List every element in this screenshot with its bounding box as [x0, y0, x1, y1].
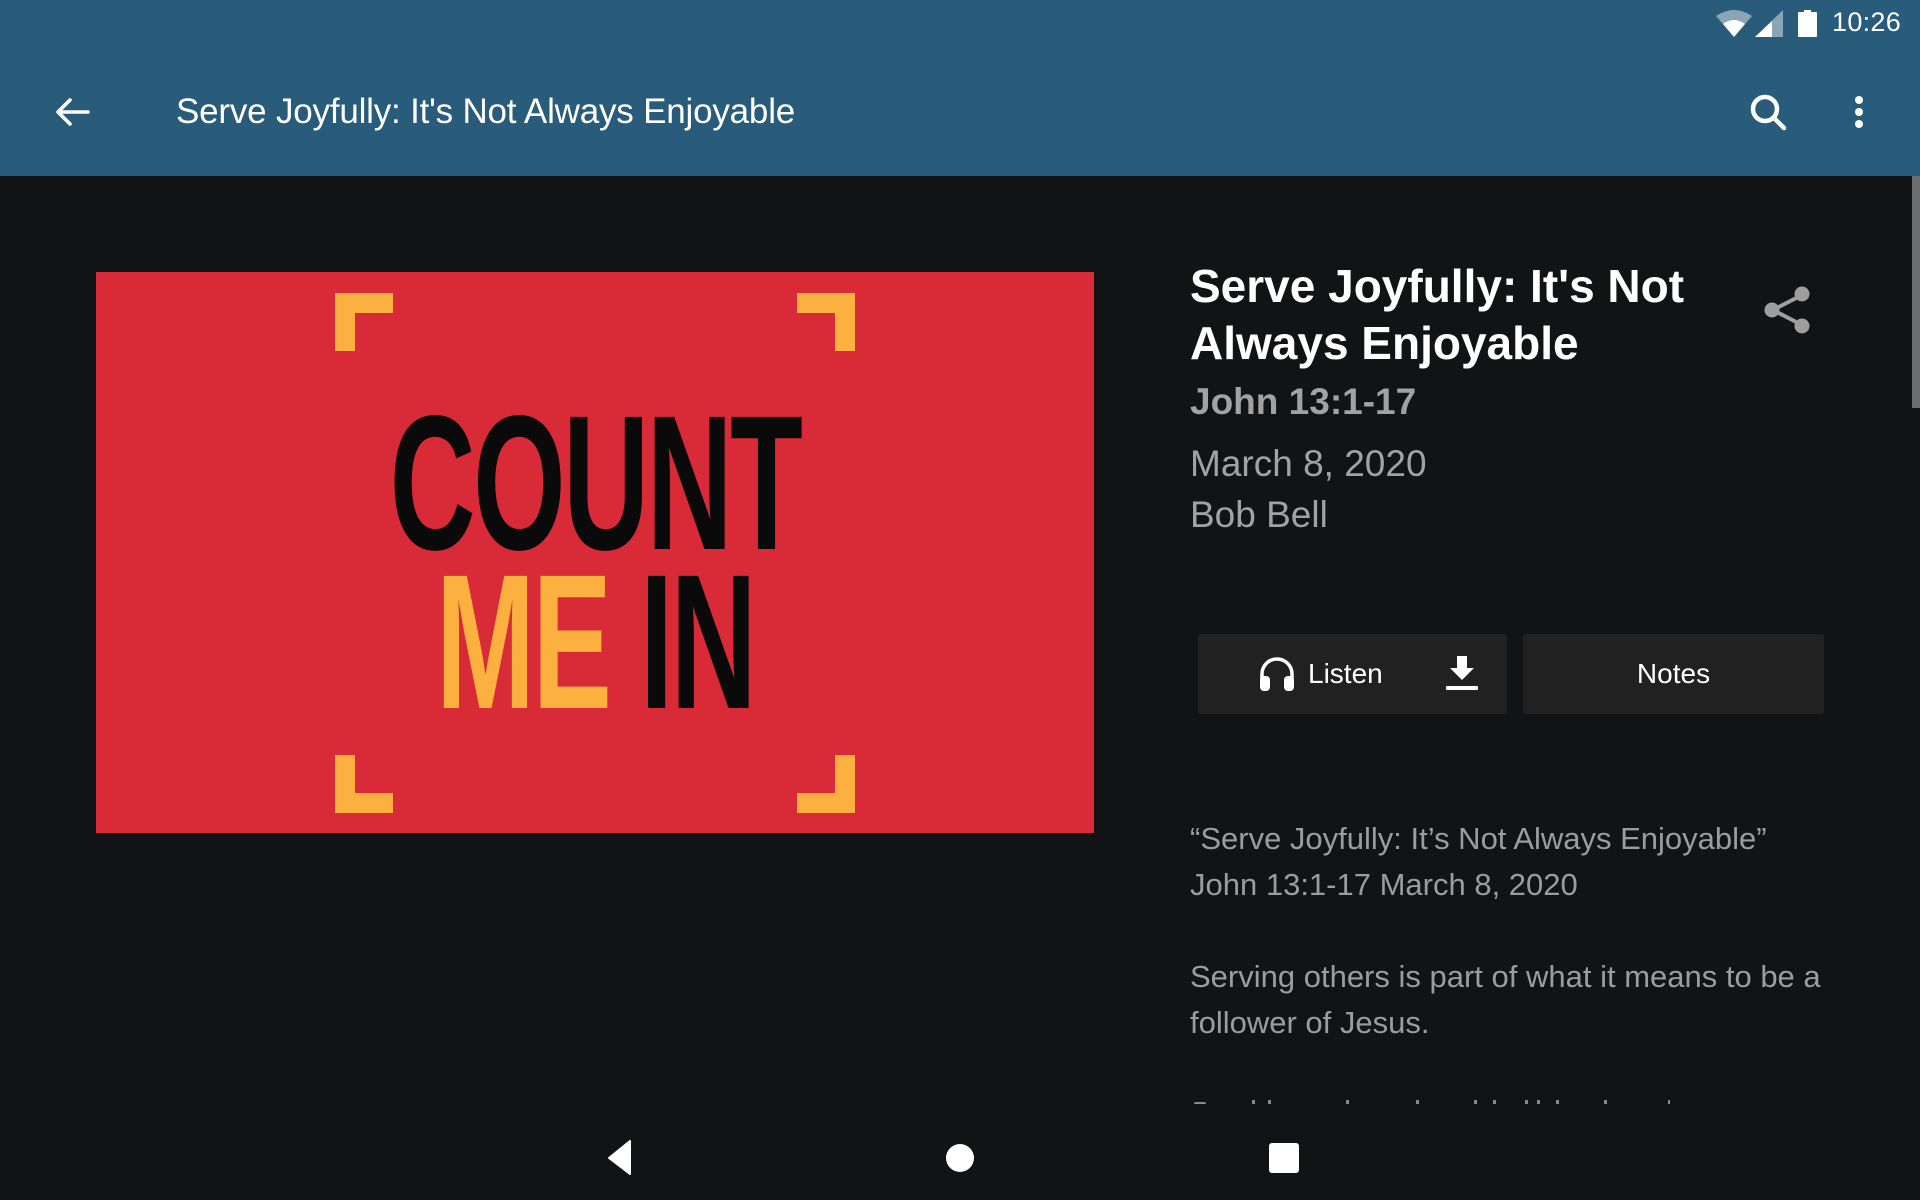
nav-recents-button[interactable] — [1264, 1138, 1304, 1178]
share-icon — [1764, 286, 1810, 334]
share-button[interactable] — [1758, 280, 1818, 340]
arrow-back-icon — [56, 98, 90, 126]
toolbar-title: Serve Joyfully: It's Not Always Enjoyabl… — [176, 92, 796, 131]
system-nav-bar — [0, 1104, 1920, 1200]
back-button[interactable] — [48, 88, 96, 136]
corner-bracket — [797, 293, 855, 351]
nav-home-icon — [946, 1144, 974, 1172]
notes-button[interactable]: Notes — [1523, 634, 1824, 714]
corner-bracket — [335, 755, 393, 813]
status-time: 10:26 — [1832, 7, 1902, 37]
artwork-word-in: IN — [640, 534, 757, 749]
more-options-button[interactable] — [1836, 88, 1884, 136]
download-button[interactable] — [1436, 648, 1488, 700]
status-bar: 10:26 — [1660, 0, 1920, 48]
nav-home-button[interactable] — [936, 1138, 976, 1178]
download-icon — [1446, 656, 1478, 690]
search-icon — [1750, 94, 1787, 131]
sermon-artwork: COUNT ME IN — [96, 272, 1094, 833]
sermon-description: “Serve Joyfully: It’s Not Always Enjoyab… — [1190, 816, 1830, 1103]
nav-back-button[interactable] — [600, 1138, 640, 1178]
scrollbar[interactable] — [1912, 176, 1920, 408]
listen-content: Listen — [1258, 653, 1383, 695]
more-vertical-icon — [1855, 96, 1863, 128]
listen-label: Listen — [1308, 658, 1383, 689]
artwork-line-2: ME IN — [286, 546, 905, 738]
nav-back-icon — [608, 1140, 631, 1175]
corner-bracket — [335, 293, 393, 351]
headphones-icon — [1260, 657, 1294, 691]
sermon-scripture: John 13:1-17 — [1190, 381, 1417, 422]
description-paragraph: “Serve Joyfully: It’s Not Always Enjoyab… — [1190, 821, 1767, 902]
sermon-date: March 8, 2020 — [1190, 443, 1427, 484]
wifi-icon — [1716, 10, 1752, 37]
battery-icon — [1798, 10, 1817, 37]
sermon-title: Serve Joyfully: It's Not Always Enjoyabl… — [1190, 260, 1685, 369]
description-paragraph: Serving others is part of what it means … — [1190, 959, 1821, 1040]
nav-recents-icon — [1269, 1143, 1299, 1173]
cell-signal-icon — [1755, 10, 1783, 37]
sermon-speaker: Bob Bell — [1190, 494, 1328, 535]
corner-bracket — [797, 755, 855, 813]
search-button[interactable] — [1744, 88, 1792, 136]
app-bar: 10:26 Serve Joyfully: It's Not Always En… — [0, 0, 1920, 176]
artwork-word-me: ME — [435, 534, 612, 749]
notes-label: Notes — [1636, 658, 1711, 689]
listen-button[interactable]: Listen — [1198, 634, 1507, 714]
